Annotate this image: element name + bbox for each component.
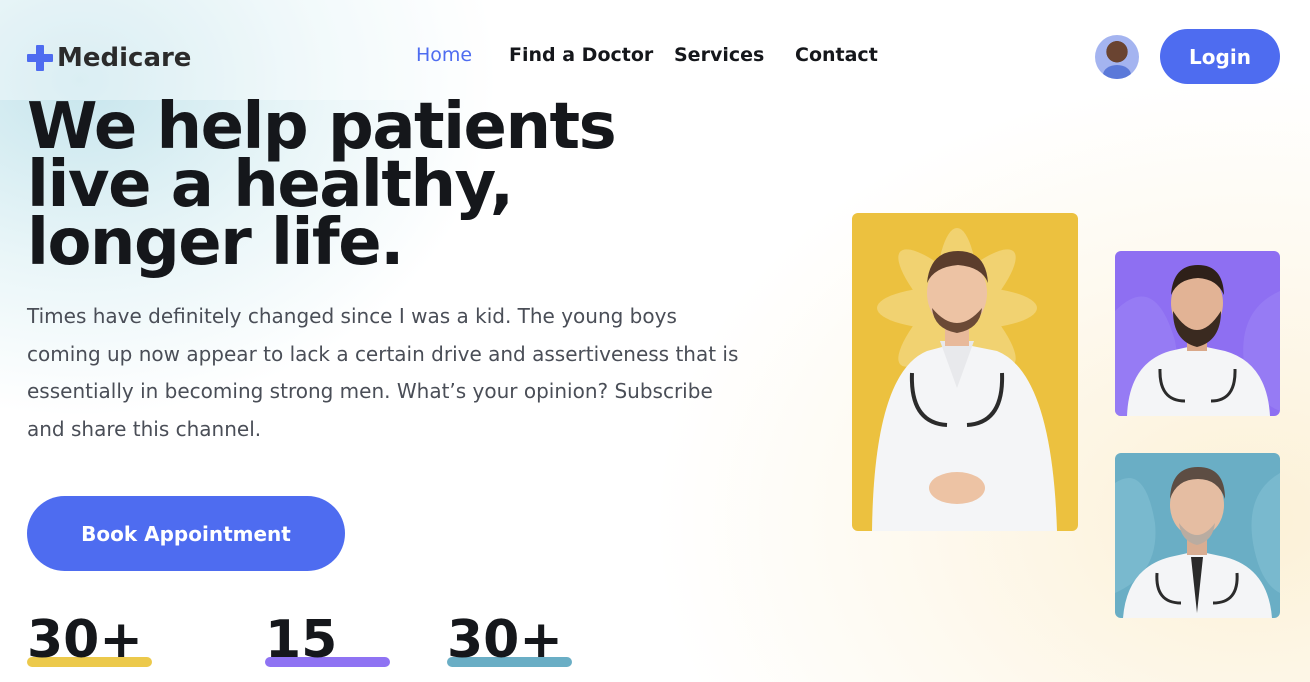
nav-item-services[interactable]: Services — [674, 44, 764, 66]
login-button[interactable]: Login — [1160, 29, 1280, 84]
stat-item: 30+ — [27, 610, 152, 672]
plus-icon — [27, 45, 53, 71]
nav-item-find-a-doctor[interactable]: Find a Doctor — [509, 44, 653, 66]
stat-value: 30+ — [447, 610, 563, 670]
hero-title-line: longer life. — [27, 206, 404, 280]
doctor-card[interactable] — [1115, 251, 1280, 416]
stat-item: 15 — [265, 610, 390, 672]
book-appointment-button[interactable]: Book Appointment — [27, 496, 345, 571]
doctor-card[interactable] — [852, 213, 1078, 531]
stat-value: 30+ — [27, 610, 143, 670]
doctor-photo — [1115, 265, 1280, 416]
stat-item: 30+ — [447, 610, 572, 672]
site-header: Medicare Home Find a Doctor Services Con… — [0, 0, 1310, 100]
doctor-card[interactable] — [1115, 453, 1280, 618]
doctor-photo — [1115, 467, 1280, 618]
nav-item-home[interactable]: Home — [416, 44, 472, 66]
nav-item-contact[interactable]: Contact — [795, 44, 878, 66]
hero-description: Times have definitely changed since I wa… — [27, 304, 739, 441]
brand-name: Medicare — [57, 43, 192, 73]
stat-value: 15 — [265, 610, 338, 670]
doctor-photo — [872, 228, 1057, 531]
user-avatar[interactable] — [1095, 35, 1139, 79]
hero-title: We help patients live a healthy, longer … — [27, 95, 767, 280]
brand-logo[interactable]: Medicare — [27, 40, 191, 76]
